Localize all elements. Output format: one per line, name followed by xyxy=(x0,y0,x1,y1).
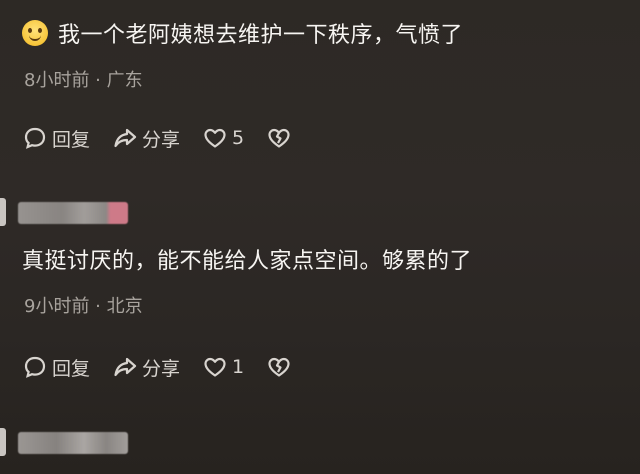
comment-text: 真挺讨厌的，能不能给人家点空间。够累的了 xyxy=(22,247,472,277)
share-arrow-icon xyxy=(114,357,137,377)
avatar[interactable] xyxy=(0,198,6,226)
reply-label: 回复 xyxy=(52,357,91,380)
comment-meta: 9小时前 · 北京 xyxy=(24,296,143,317)
username-blurred[interactable] xyxy=(18,202,128,224)
comment-meta: 8小时前 · 广东 xyxy=(24,70,143,91)
reply-button[interactable]: 回复 xyxy=(22,354,90,381)
like-button[interactable]: 5 xyxy=(202,125,244,151)
dislike-button[interactable] xyxy=(266,125,296,151)
comment-actions: 回复 分享 1 xyxy=(22,352,318,382)
heart-icon xyxy=(204,128,226,148)
share-button[interactable]: 分享 xyxy=(112,354,180,381)
comment-actions: 回复 分享 5 xyxy=(22,123,318,153)
heart-icon xyxy=(204,357,226,377)
like-count: 5 xyxy=(232,127,245,149)
comment-item-2: 真挺讨厌的，能不能给人家点空间。够累的了 9小时前 · 北京 回复 分享 1 xyxy=(0,240,640,400)
username-blurred[interactable] xyxy=(18,432,128,454)
comment-item-1: 我一个老阿姨想去维护一下秩序，气愤了 8小时前 · 广东 回复 分享 5 xyxy=(0,0,640,170)
share-label: 分享 xyxy=(142,357,181,380)
comment-text: 我一个老阿姨想去维护一下秩序，气愤了 xyxy=(22,20,463,51)
share-arrow-icon xyxy=(114,128,137,148)
reply-bubble-icon xyxy=(24,127,46,149)
like-count: 1 xyxy=(232,356,245,378)
reply-label: 回复 xyxy=(52,128,91,151)
avatar[interactable] xyxy=(0,428,6,456)
share-button[interactable]: 分享 xyxy=(112,125,180,152)
like-button[interactable]: 1 xyxy=(202,354,244,380)
comment-body: 我一个老阿姨想去维护一下秩序，气愤了 xyxy=(58,23,464,48)
smiley-face-icon xyxy=(22,20,48,46)
broken-heart-icon xyxy=(268,357,290,377)
dislike-button[interactable] xyxy=(266,354,296,380)
reply-bubble-icon xyxy=(24,356,46,378)
share-label: 分享 xyxy=(142,128,181,151)
reply-button[interactable]: 回复 xyxy=(22,125,90,152)
comment-body: 真挺讨厌的，能不能给人家点空间。够累的了 xyxy=(22,249,473,274)
broken-heart-icon xyxy=(268,128,290,148)
